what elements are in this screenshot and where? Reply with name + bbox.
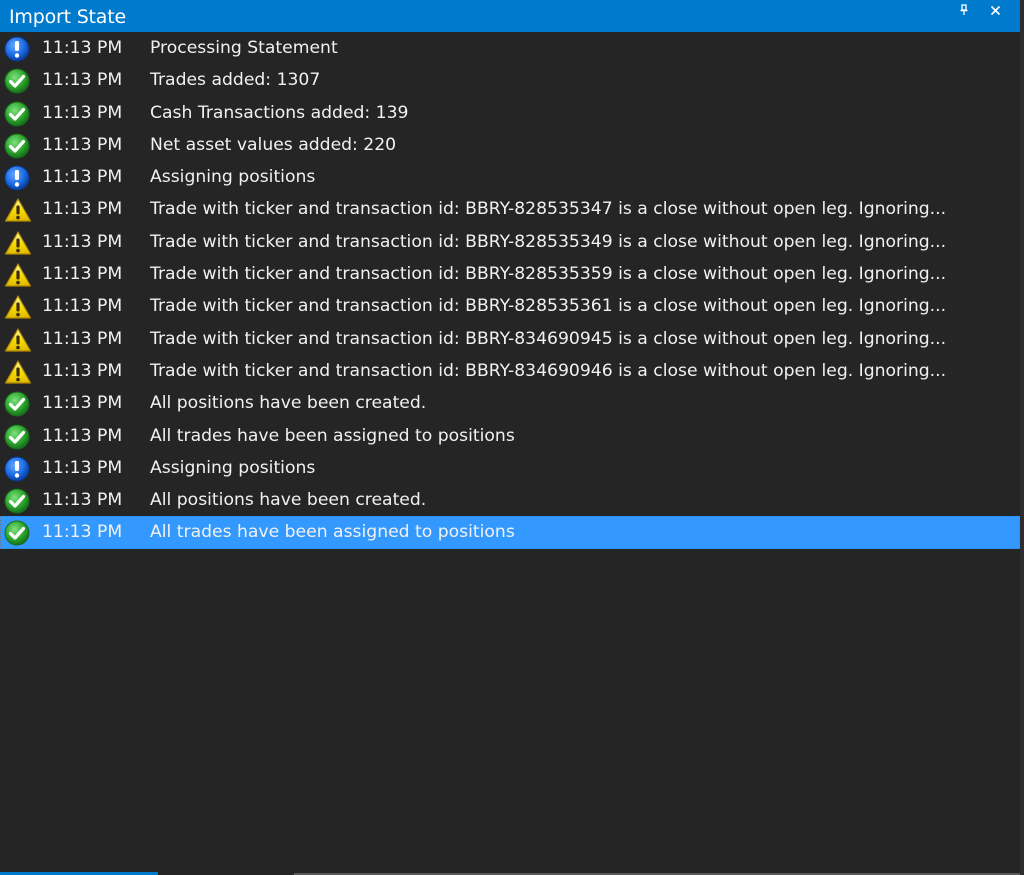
- warning-icon: [4, 327, 32, 353]
- log-time: 11:13 PM: [42, 231, 123, 252]
- log-message: All positions have been created.: [150, 393, 427, 414]
- close-button[interactable]: [986, 2, 1004, 18]
- log-message: Trade with ticker and transaction id: BB…: [150, 328, 947, 349]
- log-message: All positions have been created.: [150, 490, 427, 511]
- import-state-panel: Import State 11:13 PM Processing Stateme…: [0, 0, 1024, 875]
- log-time: 11:13 PM: [42, 490, 123, 511]
- pin-icon: [960, 4, 968, 15]
- log-time: 11:13 PM: [42, 360, 123, 381]
- panel-border: [1020, 0, 1024, 875]
- log-time: 11:13 PM: [42, 38, 123, 58]
- log-message: Trade with ticker and transaction id: BB…: [150, 296, 947, 317]
- log-time: 11:13 PM: [42, 264, 123, 285]
- log-entry[interactable]: 11:13 PM All positions have been created.: [0, 387, 1020, 419]
- log-time: 11:13 PM: [42, 296, 123, 317]
- warning-icon: [4, 230, 32, 256]
- checkmark-icon: [4, 488, 30, 514]
- log-entry[interactable]: 11:13 PM Processing Statement: [0, 32, 1020, 64]
- log-entry[interactable]: 11:13 PM Assigning positions: [0, 452, 1020, 484]
- log-time: 11:13 PM: [42, 522, 123, 543]
- checkmark-icon: [4, 391, 30, 417]
- panel-title: Import State: [9, 6, 126, 28]
- log-message: Trades added: 1307: [150, 70, 321, 91]
- log-time: 11:13 PM: [42, 134, 123, 155]
- log-time: 11:13 PM: [42, 167, 123, 188]
- warning-icon: [4, 262, 32, 288]
- log-message: Net asset values added: 220: [150, 134, 397, 155]
- checkmark-icon: [4, 424, 30, 450]
- log-list[interactable]: 11:13 PM Processing Statement 11:13 PM Tra…: [0, 32, 1020, 549]
- title-bar[interactable]: Import State: [0, 0, 1020, 32]
- info-icon: [4, 165, 30, 191]
- log-time: 11:13 PM: [42, 425, 123, 446]
- log-message: Processing Statement: [150, 38, 338, 58]
- pin-button[interactable]: [955, 2, 973, 18]
- info-icon: [4, 36, 30, 62]
- log-message: Assigning positions: [150, 457, 316, 478]
- log-message: Trade with ticker and transaction id: BB…: [150, 360, 947, 381]
- info-icon: [4, 456, 30, 482]
- log-message: All trades have been assigned to positio…: [150, 522, 515, 543]
- log-entry[interactable]: 11:13 PM All trades have been assigned to…: [0, 420, 1020, 452]
- log-time: 11:13 PM: [42, 328, 123, 349]
- warning-icon: [4, 197, 32, 223]
- log-entry[interactable]: 11:13 PM Trade with ticker and transactio…: [0, 290, 1020, 322]
- warning-icon: [4, 359, 32, 385]
- log-message: Trade with ticker and transaction id: BB…: [150, 231, 947, 252]
- log-entry[interactable]: 11:13 PM Trade with ticker and transactio…: [0, 355, 1020, 387]
- warning-icon: [4, 294, 32, 320]
- checkmark-icon: [4, 133, 30, 159]
- log-entry[interactable]: 11:13 PM Trade with ticker and transactio…: [0, 193, 1020, 225]
- log-time: 11:13 PM: [42, 199, 123, 220]
- log-message: Trade with ticker and transaction id: BB…: [150, 199, 947, 220]
- log-entry[interactable]: 11:13 PM Net asset values added: 220: [0, 129, 1020, 161]
- log-message: Trade with ticker and transaction id: BB…: [150, 264, 947, 285]
- log-entry[interactable]: 11:13 PM All positions have been created.: [0, 484, 1020, 516]
- checkmark-icon: [4, 101, 30, 127]
- checkmark-icon: [4, 68, 30, 94]
- log-entry[interactable]: 11:13 PM All trades have been assigned to…: [0, 516, 1020, 549]
- log-entry[interactable]: 11:13 PM Trade with ticker and transactio…: [0, 323, 1020, 355]
- log-time: 11:13 PM: [42, 457, 123, 478]
- log-message: Assigning positions: [150, 167, 316, 188]
- log-time: 11:13 PM: [42, 70, 123, 91]
- log-entry[interactable]: 11:13 PM Assigning positions: [0, 161, 1020, 193]
- log-entry[interactable]: 11:13 PM Trade with ticker and transactio…: [0, 258, 1020, 290]
- close-icon: [990, 5, 1000, 15]
- log-entry[interactable]: 11:13 PM Cash Transactions added: 139: [0, 97, 1020, 129]
- checkmark-icon: [4, 520, 30, 546]
- log-time: 11:13 PM: [42, 393, 123, 414]
- log-entry[interactable]: 11:13 PM Trade with ticker and transactio…: [0, 226, 1020, 258]
- log-message: All trades have been assigned to positio…: [150, 425, 515, 446]
- log-message: Cash Transactions added: 139: [150, 102, 409, 123]
- log-entry[interactable]: 11:13 PM Trades added: 1307: [0, 64, 1020, 96]
- log-time: 11:13 PM: [42, 102, 123, 123]
